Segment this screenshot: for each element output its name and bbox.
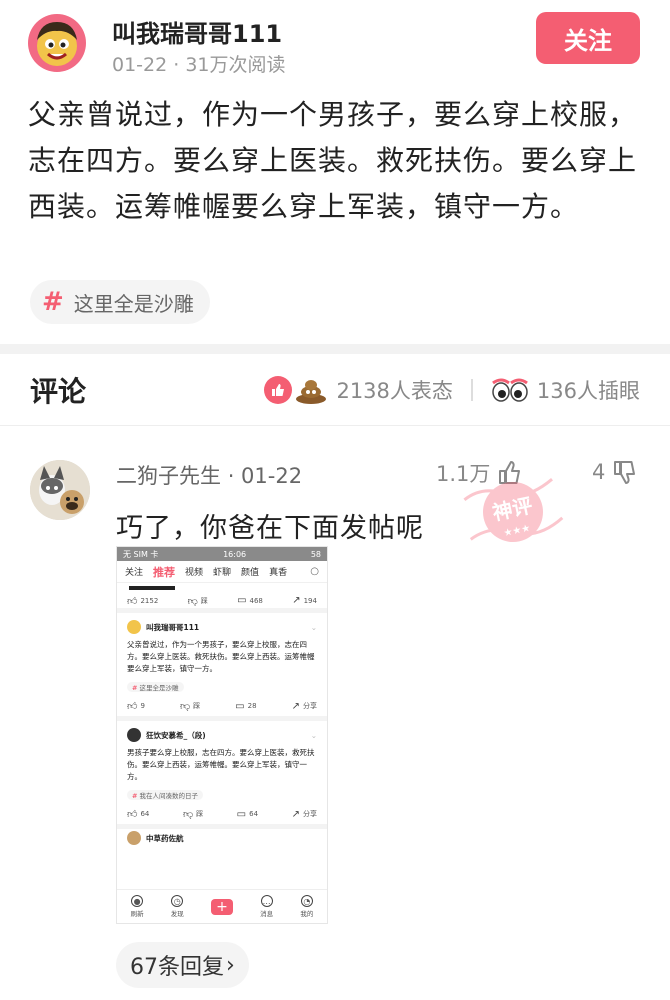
status-bar: 无 SIM 卡 16:06 58: [117, 547, 327, 561]
author-avatar[interactable]: [28, 14, 86, 72]
post1-author: 叫我瑞哥哥111: [146, 622, 200, 632]
thumbs-down-icon: [614, 461, 636, 484]
dislike-icon: 👎︎: [187, 595, 198, 607]
nav-recommend: 推荐: [153, 565, 176, 579]
share-count: 194: [303, 596, 317, 605]
post2-actions: 👍︎ 64 👎︎ 踩 ▭ 64 ↗ 分享: [127, 808, 317, 821]
author-name[interactable]: 叫我瑞哥哥111: [112, 14, 282, 49]
compass-icon: ◷: [171, 895, 184, 907]
battery-text: 58: [310, 549, 321, 559]
comment-text: 巧了，你爸在下面发帖呢: [116, 513, 424, 544]
nav-follow: 关注: [125, 568, 144, 578]
screenshot-post-2: 狂饮安慕希_（段) ⌄ 男孩子要么穿上校服，志在四方。要么穿上医装，救死扶伤。要…: [117, 721, 327, 829]
like-reaction-icon: [264, 376, 293, 404]
share-icon: ↗: [292, 595, 301, 606]
post-body: 父亲曾说过，作为一个男孩子，要么穿上校服，志在四方。要么穿上医装。救死扶伤。要么…: [28, 98, 638, 223]
post1-actions: 👍︎ 9 👎︎ 踩 ▭ 28 ↗ 分享: [127, 700, 317, 713]
nav-fragrant: 真香: [269, 568, 288, 578]
section-divider: [0, 344, 670, 354]
post2-avatar: [127, 728, 141, 742]
post3-avatar: [127, 831, 141, 845]
chevron-right-icon: ›: [226, 952, 235, 978]
like-count: 2152: [140, 596, 159, 605]
chevron-down-icon: ⌄: [310, 622, 317, 632]
screenshot-post-3: 中草药佐航: [117, 829, 327, 847]
view-replies-button[interactable]: 67条回复 ›: [116, 942, 249, 988]
commenter-name[interactable]: 二狗子先生: [116, 464, 221, 488]
inserts-count: 136人插眼: [536, 379, 640, 403]
post2-author: 狂饮安慕希_（段): [146, 730, 206, 740]
post3-author: 中草药佐航: [146, 833, 184, 843]
commenter-avatar[interactable]: [30, 460, 90, 520]
meta-separator: ·: [227, 464, 242, 488]
post1-avatar: [127, 620, 141, 634]
post1-text: 父亲曾说过，作为一个男孩子，要么穿上校服，志在四方。要么穿上医装。救死扶伤。要么…: [127, 640, 315, 673]
screenshot-tabbar: ● 刷新 ◷ 发现 + … 消息 ◔ 我的: [117, 889, 327, 923]
clock-text: 16:06: [223, 549, 247, 559]
replies-label: 67条回复: [130, 955, 224, 980]
message-icon: …: [260, 895, 273, 907]
comment-image[interactable]: 无 SIM 卡 16:06 58 关注 推荐 视频 虾聊 颜值 真香 ○ 👍︎ 2…: [116, 546, 328, 924]
topic-tag[interactable]: # 这里全是沙雕: [30, 280, 210, 324]
reactions-count: 2138人表态: [336, 379, 453, 403]
hashtag-icon: #: [42, 287, 64, 317]
feed-nav: 关注 推荐 视频 虾聊 颜值 真香 ○: [117, 561, 327, 583]
reactions-summary[interactable]: 2138人表态 136人插眼: [264, 370, 640, 410]
profile-icon: ◔: [300, 895, 313, 907]
redacted-bar: [117, 583, 327, 593]
nav-chat: 虾聊: [213, 568, 232, 578]
nav-looks: 颜值: [241, 568, 260, 578]
reactions-separator: [470, 379, 473, 401]
dislike-label: 踩: [200, 596, 208, 605]
god-comment-stamp: 神评 ★★★: [463, 478, 564, 542]
comment-dislike-count: 4: [592, 460, 606, 484]
comments-title: 评论: [30, 375, 87, 408]
nav-video: 视频: [185, 568, 204, 578]
comment-date: 01-22: [241, 464, 303, 488]
poop-reaction-icon: [296, 380, 327, 404]
search-icon: ○: [310, 566, 319, 577]
refresh-icon: ●: [131, 895, 144, 907]
screenshot-post-1: 叫我瑞哥哥111 ⌄ 父亲曾说过，作为一个男孩子，要么穿上校服，志在四方。要么穿…: [117, 613, 327, 721]
like-icon: 👍︎: [127, 595, 138, 607]
chevron-down-icon: ⌄: [310, 730, 317, 740]
post1-tag: # 这里全是沙雕: [127, 682, 184, 692]
commenter-line: 二狗子先生 · 01-22: [116, 460, 302, 490]
follow-button[interactable]: 关注: [536, 12, 640, 64]
comment-dislike-button[interactable]: 4: [592, 458, 639, 486]
topic-label: 这里全是沙雕: [73, 291, 194, 316]
post2-text: 男孩子要么穿上校服，志在四方。要么穿上医装，救死扶伤。要么穿上西装，运筹帷幄。要…: [127, 748, 315, 781]
plus-icon: +: [210, 898, 233, 915]
top-post-actions: 👍︎ 2152 👎︎ 踩 ▭ 468 ↗ 194: [117, 593, 327, 613]
eyes-icon: [492, 378, 528, 402]
carrier-text: 无 SIM 卡: [123, 549, 159, 559]
post2-tag: # 我在人间凑数的日子: [127, 790, 204, 800]
comment-icon: ▭: [237, 595, 247, 606]
header-divider: [0, 425, 670, 426]
post-meta: 01-22 · 31万次阅读: [112, 54, 286, 76]
comment-count: 468: [249, 596, 263, 605]
